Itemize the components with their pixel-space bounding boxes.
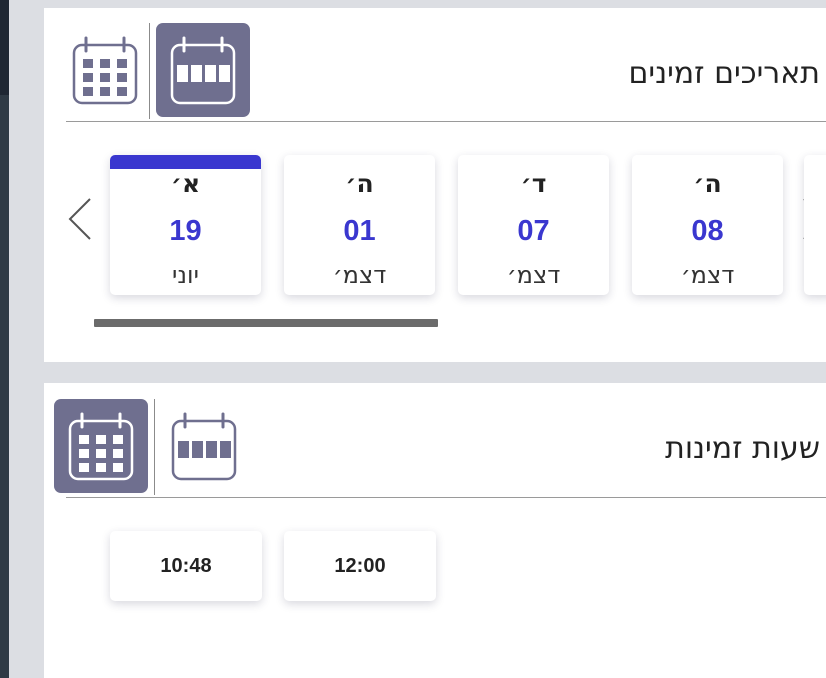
horizontal-scrollbar[interactable] [94,319,438,327]
date-card-weekday: ה׳ [693,169,722,198]
date-card[interactable]: א׳ 19 יוני [110,155,261,295]
calendar-week-icon [170,36,236,105]
date-card-day: 08 [691,215,724,247]
available-hours-panel: שעות זמינות 10:48 12:00 [44,383,826,678]
header-divider [66,497,826,498]
available-dates-panel: תאריכים זמינים א׳ 19 יוני ה׳ 01 דצמ׳ ד׳ … [44,8,826,362]
date-card-day: 07 [517,215,550,247]
time-slot[interactable]: 10:48 [110,531,262,601]
sidebar-edge [0,95,9,678]
week-view-toggle[interactable] [157,399,251,493]
date-card-weekday: ד׳ [520,169,547,198]
panel-title: שעות זמינות [665,431,820,466]
chevron-left-icon[interactable] [66,196,94,242]
date-card-weekday: א׳ [170,169,201,198]
calendar-week-icon [171,412,237,481]
toggle-divider [154,399,155,495]
header-divider [66,121,826,122]
date-card-weekday: ה׳ [345,169,374,198]
date-card[interactable]: ה׳ 08 דצמ׳ [632,155,783,295]
date-card[interactable]: ד׳ 07 דצמ׳ [458,155,609,295]
date-card-partial[interactable] [804,155,826,295]
sidebar-edge-dark [0,0,9,95]
date-card-day: 01 [343,215,376,247]
grid-view-toggle[interactable] [54,399,148,493]
toggle-divider [149,23,150,119]
week-view-toggle[interactable] [156,23,250,117]
panel-title: תאריכים זמינים [628,56,820,91]
date-card-month: דצמ׳ [680,261,735,289]
selected-indicator [110,155,261,169]
time-slot[interactable]: 12:00 [284,531,436,601]
date-card-day: 19 [169,215,202,247]
calendar-grid-icon [68,412,134,481]
grid-view-toggle[interactable] [58,23,152,117]
date-card-month: דצמ׳ [506,261,561,289]
date-card-month: דצמ׳ [332,261,387,289]
calendar-grid-icon [72,36,138,105]
date-card-month: יוני [172,261,199,289]
date-card[interactable]: ה׳ 01 דצמ׳ [284,155,435,295]
